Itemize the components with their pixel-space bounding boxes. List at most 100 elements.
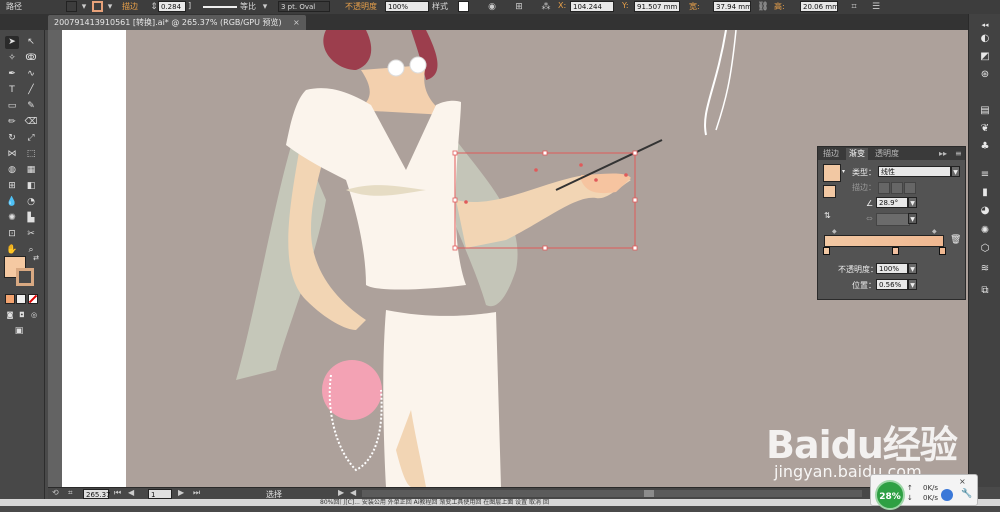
gradient-type-select[interactable]: 线性 (878, 166, 951, 177)
gradient-stop-start[interactable] (823, 247, 830, 255)
swatches-icon[interactable]: ▤ (977, 104, 993, 118)
shape-builder-tool-icon[interactable]: ◍ (5, 164, 19, 177)
color-panel-icon[interactable]: ◐ (977, 32, 993, 46)
reference-point-icon[interactable]: ⁂ (540, 1, 552, 13)
expand-panels-icon[interactable]: ◂◂ (977, 18, 993, 32)
free-transform-tool-icon[interactable]: ⬚ (24, 148, 38, 161)
tab-gradient[interactable]: 渐变 (846, 148, 868, 160)
artboard-tool-icon[interactable]: ⊡ (5, 228, 19, 241)
accelerate-icon[interactable] (941, 489, 953, 501)
eraser-tool-icon[interactable]: ⌫ (24, 116, 38, 129)
selection-tool-icon[interactable]: ➤ (5, 36, 19, 49)
chevron-down-icon[interactable]: ▾ (104, 1, 116, 13)
h-field[interactable]: 20.06 mm (800, 1, 838, 12)
chevron-down-icon[interactable]: ▼ (951, 166, 960, 177)
blend-tool-icon[interactable]: ◔ (24, 196, 38, 209)
close-icon[interactable]: × (959, 477, 966, 486)
stroke-panel-icon[interactable]: ≡ (977, 168, 993, 182)
stop-opacity-field[interactable]: 100% (876, 263, 908, 274)
stroke-weight-field[interactable]: 0.284 (158, 1, 186, 12)
stroke-along-icon[interactable] (891, 182, 903, 194)
gradient-preview-swatch[interactable] (823, 164, 841, 182)
zoom-field[interactable]: 265.37 (83, 489, 111, 499)
chevron-down-icon[interactable]: ▾ (842, 168, 845, 175)
paintbrush-tool-icon[interactable]: ✎ (24, 100, 38, 113)
graph-tool-icon[interactable]: ▙ (24, 212, 38, 225)
chevron-down-icon[interactable]: ▼ (908, 197, 917, 208)
curvature-tool-icon[interactable]: ∿ (24, 68, 38, 81)
slice-tool-icon[interactable]: ✂ (24, 228, 38, 241)
opacity-label[interactable]: 不透明度 (345, 1, 377, 12)
collapse-icon[interactable]: ▸▸ (936, 148, 950, 160)
profile-label[interactable]: 等比 (240, 1, 256, 12)
recolor-icon[interactable]: ◉ (486, 1, 498, 13)
pencil-tool-icon[interactable]: ✏ (5, 116, 19, 129)
navigator-icon[interactable]: ⊛ (977, 68, 993, 82)
transparency-icon[interactable]: ◕ (977, 204, 993, 218)
page-field[interactable]: 1 (148, 489, 172, 499)
network-speed-widget[interactable]: 28% ↑ 0K/s ↓ 0K/s × 🔧 (870, 474, 978, 510)
panel-menu-icon[interactable]: ≡ (952, 148, 965, 160)
color-guide-icon[interactable]: ◩ (977, 50, 993, 64)
link-icon[interactable]: ⛓ (757, 1, 769, 13)
stroke-profile-preview[interactable] (203, 6, 237, 8)
rotate-view-icon[interactable]: ⟲ (52, 488, 59, 497)
midpoint-right-icon[interactable]: ◆ (932, 228, 937, 235)
delete-stop-icon[interactable]: 🗑 (950, 235, 961, 245)
perspective-grid-tool-icon[interactable]: ▦ (24, 164, 38, 177)
chevron-down-icon[interactable]: ▼ (908, 279, 917, 290)
artboards-icon[interactable]: ⧉ (977, 284, 993, 298)
tab-transparency[interactable]: 透明度 (872, 148, 902, 160)
next-page-icon[interactable]: ▶ (178, 488, 184, 497)
gradient-mode-icon[interactable] (16, 294, 26, 304)
color-mode-icon[interactable] (5, 294, 15, 304)
fill-swatch[interactable] (66, 1, 77, 12)
brush-definition[interactable]: 3 pt. Oval (278, 1, 330, 12)
chevron-down-icon[interactable]: ▼ (908, 263, 917, 274)
graphic-styles-icon[interactable]: ⬡ (977, 242, 993, 256)
appearance-icon[interactable]: ✺ (977, 224, 993, 238)
draw-inside-icon[interactable]: ◎ (27, 309, 41, 322)
zoom-menu-icon[interactable]: ⌗ (68, 488, 73, 498)
close-icon[interactable]: × (293, 15, 300, 30)
mesh-tool-icon[interactable]: ⊞ (5, 180, 19, 193)
rotate-tool-icon[interactable]: ↻ (5, 132, 19, 145)
layers-icon[interactable]: ≋ (977, 262, 993, 276)
gradient-slider[interactable] (824, 235, 944, 247)
screen-mode-icon[interactable]: ▣ (12, 325, 26, 338)
gradient-stop-mid[interactable] (892, 247, 899, 255)
scroll-left-icon[interactable]: ◀ (350, 488, 356, 497)
pen-tool-icon[interactable]: ✒ (5, 68, 19, 81)
type-tool-icon[interactable]: T (5, 84, 19, 97)
width-tool-icon[interactable]: ⋈ (5, 148, 19, 161)
symbol-sprayer-tool-icon[interactable]: ✺ (5, 212, 19, 225)
midpoint-left-icon[interactable]: ◆ (832, 228, 837, 235)
line-tool-icon[interactable]: ╱ (24, 84, 38, 97)
angle-field[interactable]: 28.9° (876, 197, 908, 208)
stroke-color-box[interactable] (16, 268, 34, 286)
stroke-across-icon[interactable] (904, 182, 916, 194)
prev-page-icon[interactable]: ◀ (128, 488, 134, 497)
chevron-down-icon[interactable]: ▾ (259, 1, 271, 13)
gradient-stop-end[interactable] (939, 247, 946, 255)
x-field[interactable]: 104.244 (570, 1, 614, 12)
y-field[interactable]: 91.507 mm (634, 1, 680, 12)
fill-stroke-gradient-icon[interactable] (823, 185, 836, 198)
transform-icon[interactable]: ⌗ (848, 1, 860, 13)
magic-wand-tool-icon[interactable]: ✧ (5, 52, 19, 65)
last-page-icon[interactable]: ⏭ (193, 488, 200, 498)
tab-stroke[interactable]: 描边 (820, 148, 842, 160)
gradient-tool-icon[interactable]: ◧ (24, 180, 38, 193)
eyedropper-tool-icon[interactable]: 💧 (5, 196, 19, 209)
graphic-style-swatch[interactable] (458, 1, 469, 12)
direct-selection-tool-icon[interactable]: ↖ (24, 36, 38, 49)
chevron-down-icon[interactable]: ▾ (78, 1, 90, 13)
rectangle-tool-icon[interactable]: ▭ (5, 100, 19, 113)
reverse-gradient-icon[interactable]: ⇅ (824, 211, 831, 220)
stroke-within-icon[interactable] (878, 182, 890, 194)
opacity-field[interactable]: 100% (385, 1, 429, 12)
brushes-icon[interactable]: ❦ (977, 122, 993, 136)
wrench-icon[interactable]: 🔧 (961, 489, 972, 499)
document-tab[interactable]: 200791413910561 [转换].ai* @ 265.37% (RGB/… (48, 15, 306, 30)
swap-colors-icon[interactable]: ⇄ (29, 252, 43, 265)
